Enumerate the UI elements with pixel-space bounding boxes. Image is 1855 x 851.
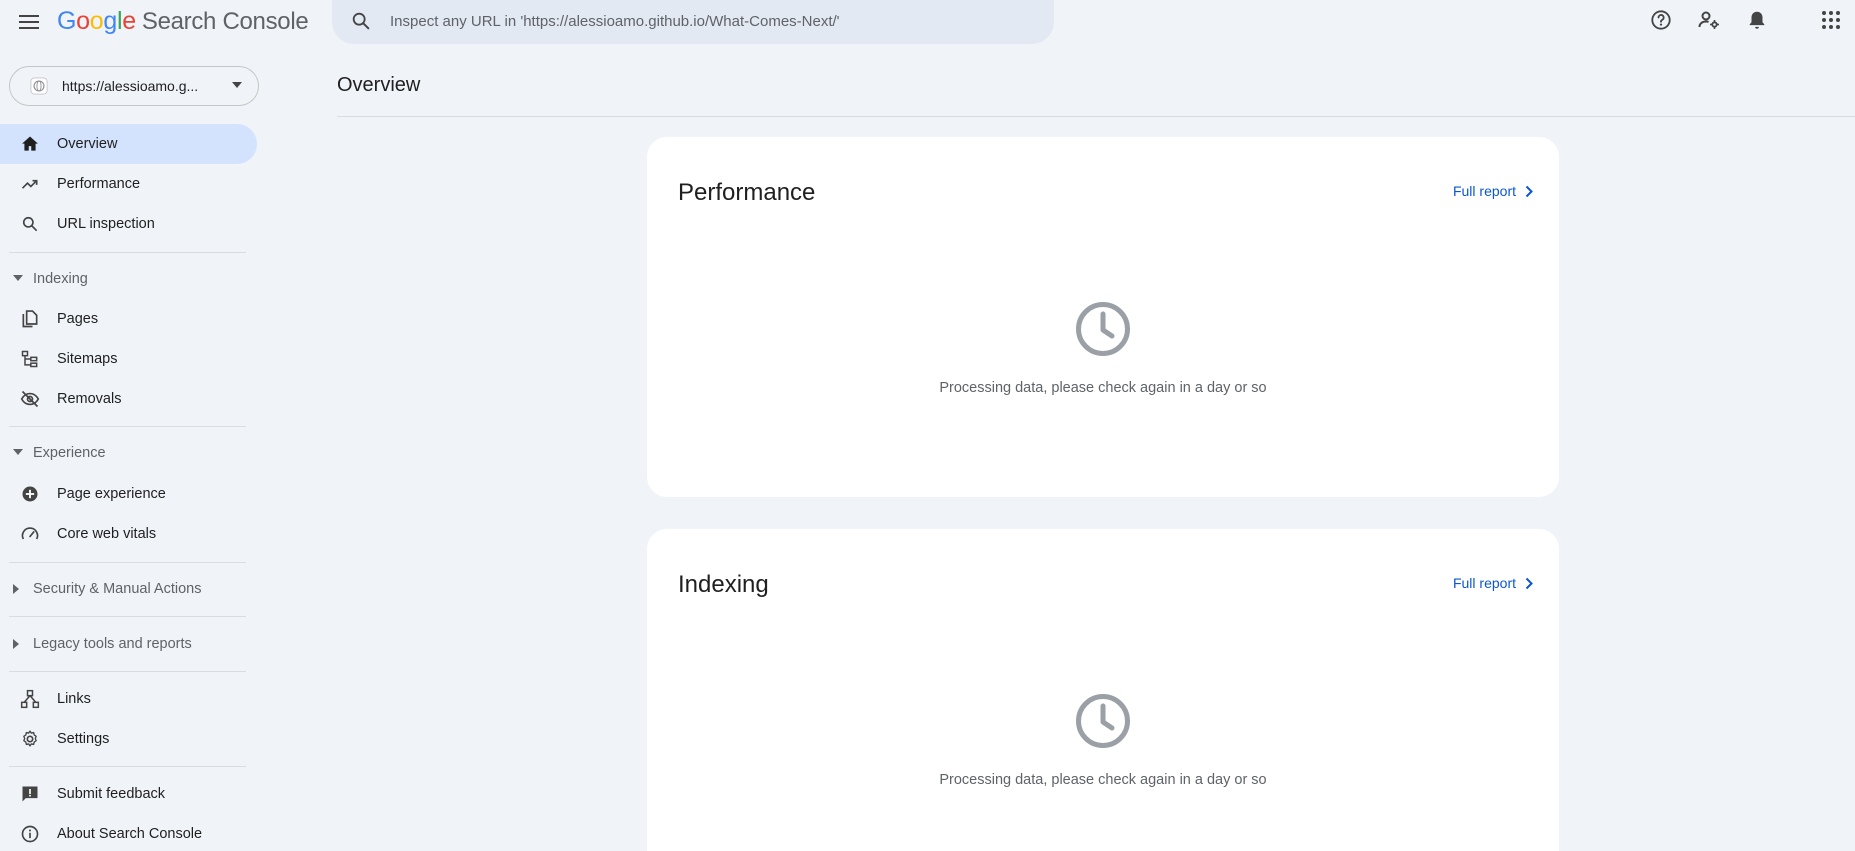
sidebar-item-label: Removals: [57, 391, 122, 407]
section-label: Security & Manual Actions: [33, 581, 202, 597]
top-app-bar: Google Search Console: [0, 0, 1855, 44]
sidebar-item-label: Core web vitals: [57, 526, 157, 542]
sidebar-item-sitemaps[interactable]: Sitemaps: [0, 339, 257, 379]
sidebar-item-url-inspection[interactable]: URL inspection: [0, 204, 257, 244]
logo-letter: e: [122, 7, 136, 35]
header-divider: [337, 116, 1855, 117]
clock-icon: [1076, 694, 1130, 748]
chevron-right-icon: [1525, 185, 1533, 197]
google-apps-button[interactable]: [1817, 6, 1845, 34]
sidebar-item-about[interactable]: About Search Console: [0, 814, 257, 851]
sidebar-divider: [9, 671, 246, 672]
manage-users-button[interactable]: [1695, 6, 1723, 34]
links-icon: [20, 689, 40, 709]
processing-message: Processing data, please check again in a…: [939, 380, 1267, 396]
full-report-label: Full report: [1452, 575, 1516, 591]
sidebar-item-label: Performance: [57, 176, 141, 192]
sidebar-item-label: Page experience: [57, 486, 166, 502]
sidebar-item-label: About Search Console: [57, 826, 203, 842]
collapse-triangle-icon: [13, 449, 23, 455]
manage-users-icon: [1698, 11, 1719, 29]
sidebar-item-label: Overview: [57, 136, 118, 152]
sidebar-item-submit-feedback[interactable]: Submit feedback: [0, 774, 257, 814]
speed-gauge-icon: [21, 527, 39, 540]
search-icon: [22, 216, 38, 232]
search-icon[interactable]: [350, 10, 372, 32]
url-inspect-input[interactable]: [390, 0, 1030, 42]
full-report-link[interactable]: Full report: [1453, 183, 1533, 199]
sidebar-divider: [9, 426, 246, 427]
sidebar-item-overview[interactable]: Overview: [0, 124, 257, 164]
processing-message: Processing data, please check again in a…: [939, 772, 1267, 788]
sidebar-item-links[interactable]: Links: [0, 679, 257, 719]
globe-icon: [30, 77, 48, 95]
search-console-logo[interactable]: Google Search Console: [57, 7, 309, 36]
sidebar-item-label: Settings: [57, 731, 110, 747]
main-menu-button[interactable]: [15, 8, 43, 36]
section-label: Experience: [33, 445, 106, 461]
url-inspect-search-bar: [332, 0, 1054, 44]
sidebar-item-pages[interactable]: Pages: [0, 299, 257, 339]
expand-triangle-icon: [13, 639, 19, 649]
card-title: Indexing: [678, 571, 769, 598]
product-name: Search Console: [141, 8, 309, 35]
sidebar-item-label: Sitemaps: [57, 351, 118, 367]
sidebar-section-indexing[interactable]: Indexing: [0, 261, 257, 297]
sidebar-divider: [9, 562, 246, 563]
sitemap-icon: [21, 350, 38, 368]
page-title: Overview: [337, 74, 421, 96]
indexing-card: Indexing Full report Processing data, pl…: [647, 529, 1559, 851]
apps-grid-icon: [1822, 11, 1840, 29]
section-label: Legacy tools and reports: [33, 636, 192, 652]
add-circle-icon: [22, 486, 38, 502]
info-icon: [21, 825, 39, 843]
sidebar-divider: [9, 616, 246, 617]
sidebar-item-performance[interactable]: Performance: [0, 164, 257, 204]
gear-icon: [23, 730, 37, 747]
sidebar-item-label: URL inspection: [57, 216, 155, 232]
sidebar-item-label: Links: [57, 691, 91, 707]
logo-letter: G: [57, 7, 77, 35]
sidebar-section-legacy[interactable]: Legacy tools and reports: [0, 626, 257, 662]
sidebar-item-page-experience[interactable]: Page experience: [0, 474, 257, 514]
chevron-right-icon: [1525, 577, 1533, 589]
home-icon: [22, 136, 38, 151]
sidebar-section-experience[interactable]: Experience: [0, 435, 257, 471]
sidebar-item-label: Pages: [57, 311, 99, 327]
help-icon: [1651, 10, 1671, 30]
notifications-button[interactable]: [1743, 6, 1771, 34]
sidebar-item-core-web-vitals[interactable]: Core web vitals: [0, 514, 257, 554]
dropdown-caret-icon: [232, 82, 242, 88]
logo-letter: o: [89, 7, 104, 35]
logo-letter: o: [76, 7, 90, 35]
property-selector[interactable]: https://alessioamo.g...: [9, 66, 259, 106]
sidebar-divider: [9, 252, 246, 253]
logo-letter: g: [103, 7, 117, 35]
performance-card: Performance Full report Processing data,…: [647, 137, 1559, 497]
sidebar-item-settings[interactable]: Settings: [0, 719, 257, 759]
notifications-icon: [1749, 11, 1765, 29]
feedback-icon: [22, 786, 38, 802]
visibility-off-icon: [20, 390, 40, 408]
pages-icon: [22, 310, 38, 328]
clock-icon: [1076, 302, 1130, 356]
sidebar-divider: [9, 766, 246, 767]
help-button[interactable]: [1647, 6, 1675, 34]
hamburger-menu-icon: [19, 15, 39, 29]
trending-up-icon: [21, 179, 38, 189]
property-url: https://alessioamo.g...: [62, 78, 199, 94]
card-title: Performance: [678, 179, 816, 206]
sidebar-item-label: Submit feedback: [57, 786, 166, 802]
section-label: Indexing: [33, 271, 88, 287]
sidebar-item-removals[interactable]: Removals: [0, 379, 257, 419]
full-report-label: Full report: [1452, 183, 1516, 199]
collapse-triangle-icon: [13, 275, 23, 281]
full-report-link[interactable]: Full report: [1453, 575, 1533, 591]
expand-triangle-icon: [13, 584, 19, 594]
sidebar-section-security[interactable]: Security & Manual Actions: [0, 571, 257, 607]
